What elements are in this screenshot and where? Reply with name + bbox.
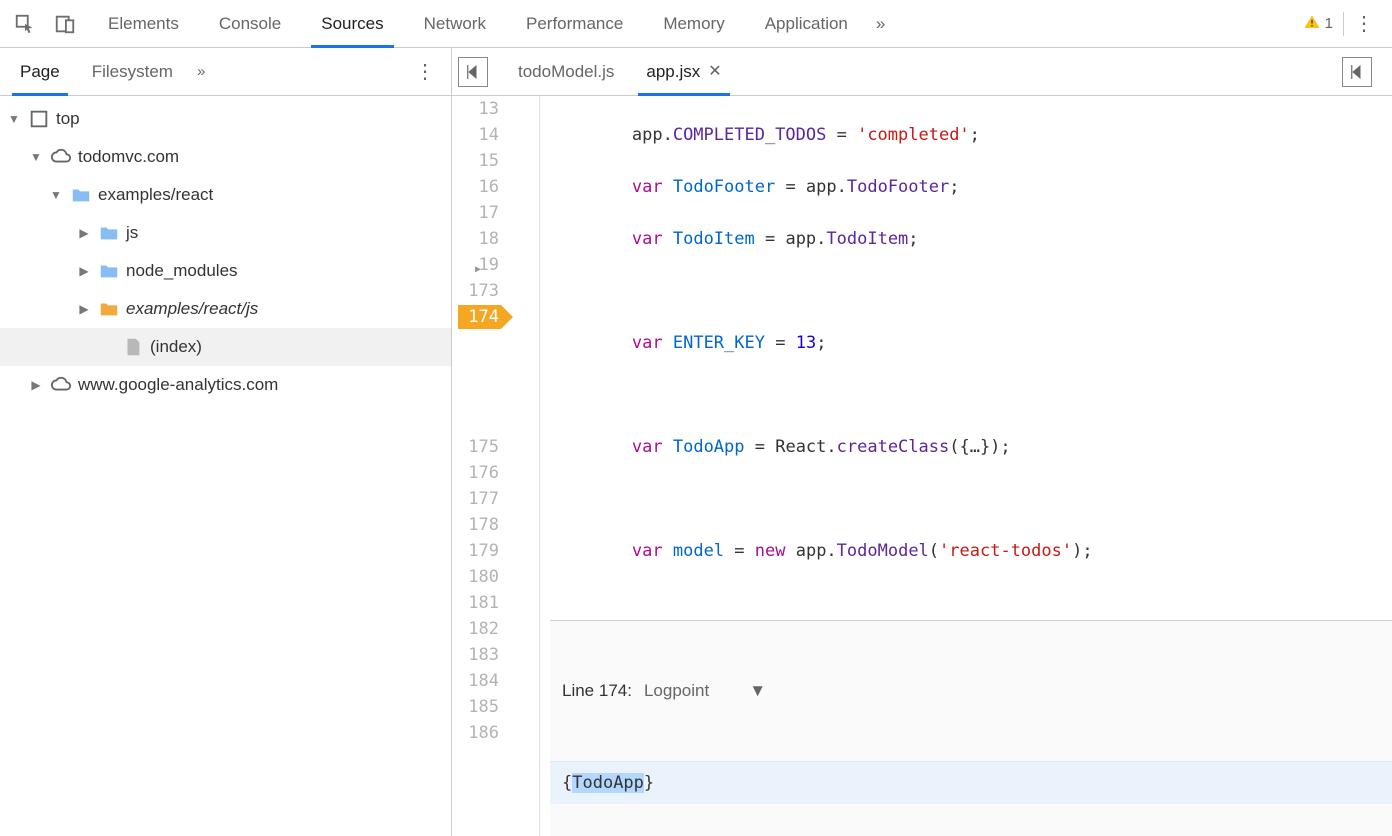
inspect-element-icon[interactable] xyxy=(8,7,42,41)
editor-pane: todoModel.js app.jsx ✕ 13 14 15 16 17 18… xyxy=(452,48,1392,836)
tab-performance[interactable]: Performance xyxy=(506,0,643,48)
device-toolbar-icon[interactable] xyxy=(48,7,82,41)
tree-label: top xyxy=(56,109,80,129)
sidebar-tab-bar: Page Filesystem » ⋮ xyxy=(0,48,451,96)
tree-arrow-icon: ▶ xyxy=(76,302,92,316)
file-tree: ▼ top ▼ todomvc.com ▼ examples/react ▶ j… xyxy=(0,96,451,408)
chevron-down-icon: ▼ xyxy=(749,678,766,704)
folder-icon xyxy=(98,260,120,282)
tree-arrow-icon: ▶ xyxy=(76,264,92,278)
breakpoint-type-select[interactable]: Logpoint ▼ xyxy=(644,678,766,704)
cloud-icon xyxy=(50,374,72,396)
tabs-overflow-icon[interactable]: » xyxy=(868,0,893,48)
tree-label: todomvc.com xyxy=(78,147,179,167)
folder-icon xyxy=(98,298,120,320)
tab-network[interactable]: Network xyxy=(404,0,506,48)
tree-item-domain[interactable]: ▼ todomvc.com xyxy=(0,138,451,176)
main: Page Filesystem » ⋮ ▼ top ▼ todomvc.com … xyxy=(0,48,1392,836)
cloud-icon xyxy=(50,146,72,168)
sidebar-tabs-overflow-icon[interactable]: » xyxy=(197,63,205,80)
tree-item-folder[interactable]: ▼ examples/react xyxy=(0,176,451,214)
sidebar-tab-filesystem[interactable]: Filesystem xyxy=(76,48,189,96)
tree-item-folder[interactable]: ▶ node_modules xyxy=(0,252,451,290)
tree-item-sourcemapped-folder[interactable]: ▶ examples/react/js xyxy=(0,290,451,328)
tree-label: examples/react xyxy=(98,185,213,205)
tab-application[interactable]: Application xyxy=(745,0,868,48)
tree-label: (index) xyxy=(150,337,202,357)
tree-label: js xyxy=(126,223,138,243)
tree-arrow-icon: ▶ xyxy=(28,378,44,392)
editor-tab-label: app.jsx xyxy=(646,48,700,96)
history-back-icon[interactable] xyxy=(458,57,488,87)
frame-icon xyxy=(28,108,50,130)
tree-label: node_modules xyxy=(126,261,238,281)
sources-sidebar: Page Filesystem » ⋮ ▼ top ▼ todomvc.com … xyxy=(0,48,452,836)
tab-memory[interactable]: Memory xyxy=(643,0,744,48)
settings-more-icon[interactable]: ⋮ xyxy=(1354,11,1376,36)
tree-item-domain[interactable]: ▶ www.google-analytics.com xyxy=(0,366,451,404)
warnings-badge[interactable]: 1 xyxy=(1303,13,1333,35)
tree-arrow-icon: ▼ xyxy=(6,112,22,126)
sidebar-tab-page[interactable]: Page xyxy=(4,48,76,96)
tree-label: www.google-analytics.com xyxy=(78,375,278,395)
toggle-debugger-pane-icon[interactable] xyxy=(1342,57,1372,87)
sidebar-more-icon[interactable]: ⋮ xyxy=(403,59,447,84)
tab-console[interactable]: Console xyxy=(199,0,301,48)
warning-icon xyxy=(1303,13,1321,35)
code-content[interactable]: app.COMPLETED_TODOS = 'completed'; var T… xyxy=(540,96,1392,836)
breakpoint-marker[interactable]: 174 xyxy=(452,304,499,330)
folder-icon xyxy=(98,222,120,244)
editor-tab-todomodel[interactable]: todoModel.js xyxy=(502,48,630,96)
code-editor[interactable]: 13 14 15 16 17 18 19▶ 173 174 175 176 17… xyxy=(452,96,1392,836)
folder-icon xyxy=(70,184,92,206)
tab-sources[interactable]: Sources xyxy=(301,0,403,48)
tab-elements[interactable]: Elements xyxy=(88,0,199,48)
tree-item-file[interactable]: (index) xyxy=(0,328,451,366)
editor-tab-bar: todoModel.js app.jsx ✕ xyxy=(452,48,1392,96)
tree-arrow-icon: ▼ xyxy=(28,150,44,164)
editor-tab-label: todoModel.js xyxy=(518,48,614,96)
logpoint-editor: Line 174: Logpoint ▼ {TodoApp} xyxy=(550,620,1392,836)
tree-label: examples/react/js xyxy=(126,299,258,319)
tree-arrow-icon: ▼ xyxy=(48,188,64,202)
tree-item-top[interactable]: ▼ top xyxy=(0,100,451,138)
warning-count: 1 xyxy=(1325,15,1333,32)
close-icon[interactable]: ✕ xyxy=(708,48,721,96)
line-gutter[interactable]: 13 14 15 16 17 18 19▶ 173 174 175 176 17… xyxy=(452,96,540,836)
tree-arrow-icon: ▶ xyxy=(76,226,92,240)
devtools-tab-bar: Elements Console Sources Network Perform… xyxy=(0,0,1392,48)
editor-tab-appjsx[interactable]: app.jsx ✕ xyxy=(630,48,737,96)
divider xyxy=(1343,12,1344,36)
logpoint-expression-input[interactable]: {TodoApp} xyxy=(550,761,1392,804)
file-icon xyxy=(122,336,144,358)
logpoint-line-label: Line 174: xyxy=(562,678,632,704)
tree-item-folder[interactable]: ▶ js xyxy=(0,214,451,252)
